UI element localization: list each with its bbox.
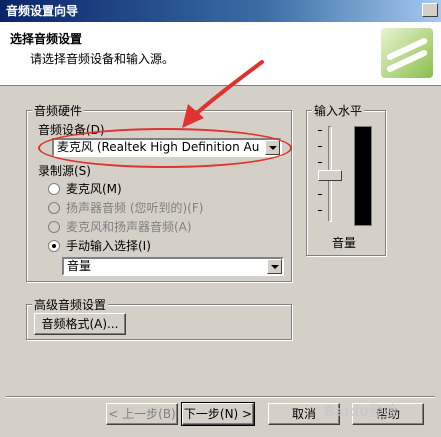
annotation-arrow-icon [182, 60, 264, 128]
